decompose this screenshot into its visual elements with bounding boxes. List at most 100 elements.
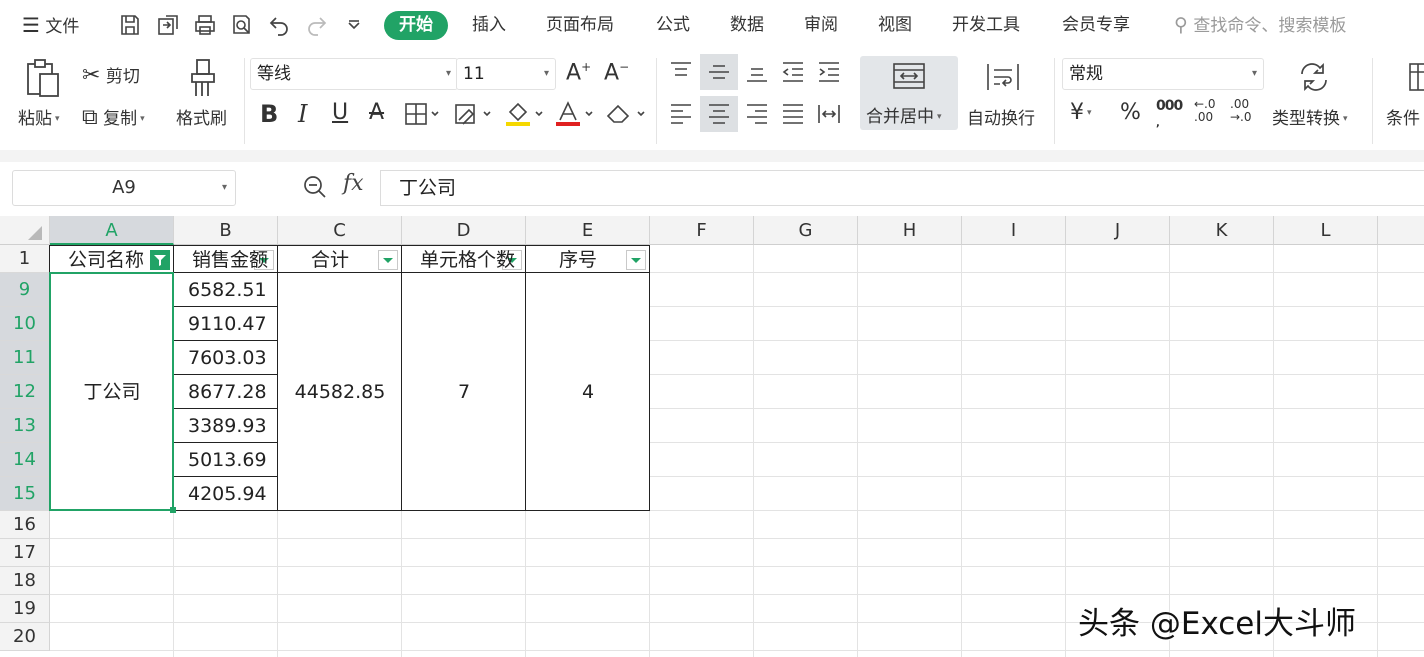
cell-total[interactable]: 44582.85 [278,378,402,406]
align-center-icon[interactable] [700,96,738,132]
conditional-format-icon[interactable] [1408,62,1424,92]
cut-button[interactable]: ✂ 剪切 [82,62,140,88]
merge-center-button[interactable]: 合并居中 ▾ [860,56,958,130]
row-header-17[interactable]: 17 [0,539,50,567]
column-header-j[interactable]: J [1066,216,1170,245]
tab-member[interactable]: 会员专享 [1062,0,1130,50]
fill-handle[interactable] [170,507,176,513]
cell-sales[interactable]: 3389.93 [188,409,278,443]
name-box[interactable]: A9 ▾ [12,170,236,206]
column-header-m[interactable] [1378,216,1424,245]
row-header-9[interactable]: 9 [0,273,50,307]
print-preview-icon[interactable] [230,13,254,37]
thousands-icon[interactable]: 000, [1156,98,1183,130]
header-index[interactable]: 序号 [530,246,626,272]
convert-icon[interactable] [1298,62,1330,92]
eraser-icon[interactable] [604,102,646,126]
tab-view[interactable]: 视图 [878,0,912,50]
tab-page-layout[interactable]: 页面布局 [546,0,614,50]
number-format-select[interactable]: 常规 ▾ [1062,58,1264,90]
decrease-decimal-icon[interactable]: .00 →.0 [1230,98,1252,124]
font-color-icon[interactable] [554,100,596,128]
row-header-20[interactable]: 20 [0,623,50,651]
copy-button[interactable]: ⧉ 复制 ▾ [82,104,145,130]
formula-input[interactable]: 丁公司 [380,170,1424,206]
filter-button[interactable] [626,250,646,270]
column-header-b[interactable]: B [174,216,278,245]
row-header-14[interactable]: 14 [0,443,50,477]
paste-icon[interactable] [24,58,62,98]
row-header-11[interactable]: 11 [0,341,50,375]
borders-icon[interactable] [404,102,442,126]
wrap-text-icon[interactable] [986,62,1020,92]
align-right-icon[interactable] [744,102,770,126]
increase-font-icon[interactable]: A+ [566,60,591,85]
column-header-k[interactable]: K [1170,216,1274,245]
row-header-19[interactable]: 19 [0,595,50,623]
align-middle-icon[interactable] [700,54,738,90]
fill-color-icon[interactable] [504,100,546,128]
format-painter-icon[interactable] [188,58,218,98]
row-header-10[interactable]: 10 [0,307,50,341]
tab-insert[interactable]: 插入 [472,0,506,50]
cell-sales[interactable]: 9110.47 [188,307,278,341]
save-icon[interactable] [118,13,142,37]
cell-sales[interactable]: 5013.69 [188,443,278,477]
customize-dropdown-icon[interactable] [342,13,366,37]
print-icon[interactable] [193,13,217,37]
strikethrough-icon[interactable]: A [369,100,384,125]
cell-sales[interactable]: 8677.28 [188,375,278,409]
column-header-e[interactable]: E [526,216,650,245]
font-name-select[interactable]: 等线 ▾ [250,58,458,90]
header-count[interactable]: 单元格个数 [420,246,530,272]
select-all-corner[interactable] [0,216,50,245]
format-painter-button[interactable]: 格式刷 [176,104,227,129]
distributed-icon[interactable] [816,102,842,126]
font-size-select[interactable]: 11 ▾ [456,58,556,90]
cell-count[interactable]: 7 [402,378,526,406]
decrease-font-icon[interactable]: A− [604,60,629,85]
column-header-h[interactable]: H [858,216,962,245]
header-total[interactable]: 合计 [282,246,378,272]
currency-icon[interactable]: ¥ ▾ [1070,100,1092,125]
column-header-i[interactable]: I [962,216,1066,245]
justify-icon[interactable] [780,102,806,126]
column-header-f[interactable]: F [650,216,754,245]
tab-developer[interactable]: 开发工具 [952,0,1020,50]
redo-icon[interactable] [305,13,329,37]
align-bottom-icon[interactable] [744,60,770,84]
percent-icon[interactable]: % [1120,100,1141,125]
column-header-c[interactable]: C [278,216,402,245]
zoom-icon[interactable] [302,174,328,200]
increase-decimal-icon[interactable]: ←.0.00 [1194,98,1216,124]
cell-sales[interactable]: 4205.94 [188,477,278,511]
column-header-d[interactable]: D [402,216,526,245]
filter-button[interactable] [378,250,398,270]
wrap-text-button[interactable]: 自动换行 [967,104,1035,129]
row-header-15[interactable]: 15 [0,477,50,511]
file-menu[interactable]: ☰ 文件 [22,0,79,50]
paste-button[interactable]: 粘贴 ▾ [18,104,60,129]
align-left-icon[interactable] [668,102,694,126]
header-sales[interactable]: 销售金额 [192,246,288,272]
type-convert-button[interactable]: 类型转换 ▾ [1272,104,1348,129]
cell-sales[interactable]: 6582.51 [188,273,278,307]
underline-icon[interactable]: U [332,100,348,125]
italic-icon[interactable]: I [298,100,307,128]
fx-icon[interactable]: fx [343,171,364,196]
header-company[interactable]: 公司名称 [68,246,168,272]
export-icon[interactable] [156,13,180,37]
column-header-a[interactable]: A [50,216,174,245]
cell-sales[interactable]: 7603.03 [188,341,278,375]
row-header-1[interactable]: 1 [0,245,50,273]
row-header-16[interactable]: 16 [0,511,50,539]
row-header-13[interactable]: 13 [0,409,50,443]
tab-home[interactable]: 开始 [384,11,448,40]
tab-data[interactable]: 数据 [730,0,764,50]
tab-review[interactable]: 审阅 [804,0,838,50]
cell-style-icon[interactable] [454,102,494,126]
cell-index[interactable]: 4 [526,378,650,406]
increase-indent-icon[interactable] [816,60,842,84]
column-header-g[interactable]: G [754,216,858,245]
tab-formulas[interactable]: 公式 [656,0,690,50]
